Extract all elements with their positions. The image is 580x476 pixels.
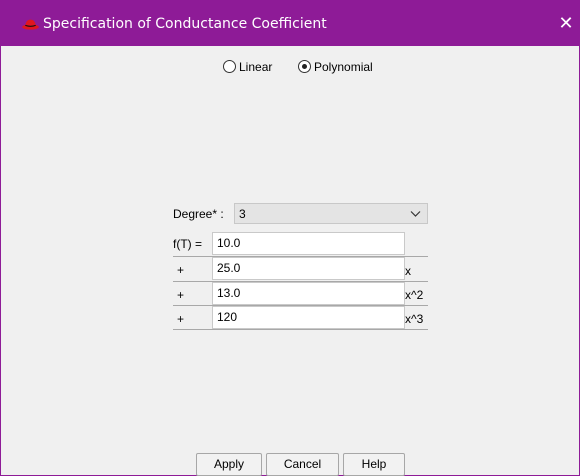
degree-value: 3	[239, 207, 246, 221]
term-3-prefix: +	[177, 312, 185, 326]
title-bar[interactable]: Specification of Conductance Coefficient…	[1, 0, 579, 46]
degree-select[interactable]: 3	[234, 203, 428, 224]
close-button[interactable]: ✕	[556, 12, 576, 34]
dialog-window: Specification of Conductance Coefficient…	[0, 0, 580, 476]
red-hat-icon	[22, 19, 39, 30]
term-2-input[interactable]: 13.0	[212, 282, 405, 305]
chevron-down-icon	[410, 211, 421, 217]
term-2-prefix: +	[177, 288, 185, 302]
radio-polynomial-label[interactable]: Polynomial	[314, 59, 373, 75]
radio-polynomial-circle[interactable]	[298, 60, 311, 73]
help-button[interactable]: Help	[343, 453, 405, 476]
mode-radio-group: Linear Polynomial	[1, 59, 579, 77]
term-1-input[interactable]: 25.0	[212, 257, 405, 280]
apply-button[interactable]: Apply	[196, 453, 262, 476]
row-separator	[173, 329, 428, 330]
term-3-suffix: x^3	[405, 312, 424, 326]
window-title: Specification of Conductance Coefficient	[43, 16, 327, 32]
term-1-prefix: +	[177, 263, 185, 277]
radio-linear-label[interactable]: Linear	[239, 59, 272, 75]
term-0-input[interactable]: 10.0	[212, 232, 405, 255]
term-3-input[interactable]: 120	[212, 306, 405, 329]
cancel-button[interactable]: Cancel	[266, 453, 339, 476]
term-0-prefix: f(T) =	[173, 237, 202, 251]
degree-label: Degree* :	[173, 207, 224, 221]
term-1-suffix: x	[405, 264, 411, 278]
radio-selected-dot	[302, 64, 307, 69]
radio-linear-circle[interactable]	[223, 60, 236, 73]
term-2-suffix: x^2	[405, 288, 424, 302]
